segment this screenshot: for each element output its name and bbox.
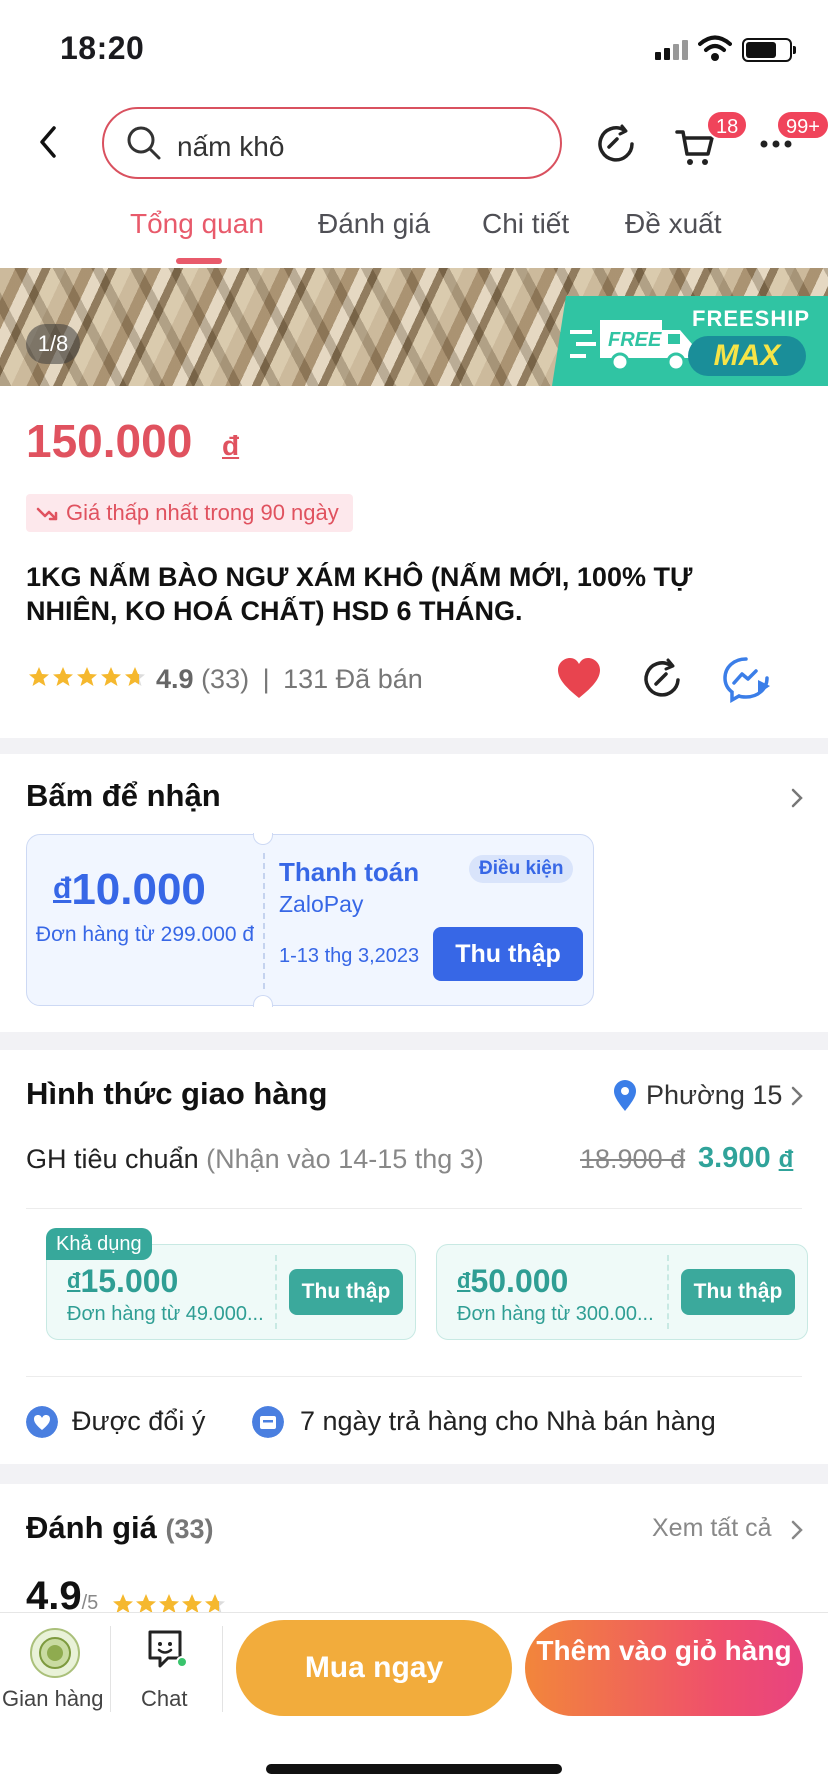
location-pin-icon	[614, 1080, 636, 1111]
cart-badge: 18	[706, 110, 749, 140]
tab-reviews[interactable]: Đánh giá	[318, 208, 430, 240]
lowest-price-tag: Giá thấp nhất trong 90 ngày	[26, 494, 353, 532]
tab-bar: Tổng quan Đánh giá Chi tiết Đề xuất	[0, 200, 828, 268]
collect-coupon-button[interactable]: Thu thập	[681, 1269, 795, 1315]
divider	[26, 1376, 802, 1377]
divider	[222, 1626, 223, 1712]
price-currency: đ	[222, 430, 240, 461]
shop-label[interactable]: Gian hàng	[2, 1686, 104, 1712]
lowest-price-text: Giá thấp nhất trong 90 ngày	[66, 500, 339, 525]
product-title: 1KG NẤM BÀO NGƯ XÁM KHÔ (NẤM MỚI, 100% T…	[26, 562, 693, 626]
rating-count: (33)	[201, 664, 250, 694]
coupon-amount: đ15.000	[67, 1263, 179, 1299]
chat-icon[interactable]	[146, 1628, 188, 1672]
collect-coupon-button[interactable]: Thu thập	[289, 1269, 403, 1315]
tab-details[interactable]: Chi tiết	[482, 208, 569, 240]
messenger-share-icon[interactable]	[722, 656, 774, 706]
status-bar: 18:20	[0, 0, 828, 100]
share-icon[interactable]	[640, 656, 686, 702]
shipping-new-price: 3.900 đ	[698, 1142, 794, 1174]
star-icon	[53, 667, 73, 686]
voucher-conditions-link[interactable]: Điều kiện	[469, 855, 574, 883]
image-counter: 1/8	[26, 324, 80, 364]
policy-return[interactable]: 7 ngày trả hàng cho Nhà bán hàng	[300, 1406, 716, 1437]
available-tag: Khả dụng	[46, 1228, 152, 1260]
star-icon	[77, 667, 97, 686]
coupon-amount: đ50.000	[457, 1263, 569, 1299]
search-bar[interactable]: nấm khô	[102, 107, 562, 179]
chat-label[interactable]: Chat	[141, 1686, 187, 1712]
shipping-old-price: 18.900 đ	[580, 1144, 686, 1174]
active-tab-indicator	[176, 258, 222, 264]
shipping-eta: (Nhận vào 14-15 thg 3)	[206, 1144, 484, 1174]
cellular-signal-icon	[655, 38, 689, 60]
product-price: 150.000	[26, 415, 193, 467]
add-to-cart-button[interactable]: Thêm vào giỏ hàng	[525, 1620, 803, 1716]
buy-now-button[interactable]: Mua ngay	[236, 1620, 512, 1716]
voucher-subtitle: ZaloPay	[279, 891, 364, 917]
zalopay-voucher-card[interactable]: đ10.000 Đơn hàng từ 299.000 đ Thanh toán…	[26, 833, 594, 1007]
rating-summary[interactable]: 4.9 (33) | 131 Đã bán	[156, 664, 423, 695]
voucher-section-title: Bấm để nhận	[26, 778, 221, 813]
tab-suggestions[interactable]: Đề xuất	[625, 208, 722, 240]
shipping-method-name: GH tiêu chuẩn	[26, 1144, 199, 1174]
history-icon[interactable]	[592, 120, 640, 168]
review-stars	[113, 1594, 225, 1613]
see-all-reviews-link[interactable]: Xem tất cả	[652, 1514, 772, 1543]
star-icon	[101, 667, 121, 686]
divider	[110, 1626, 111, 1712]
home-indicator	[266, 1764, 562, 1774]
shipping-section-title: Hình thức giao hàng	[26, 1076, 328, 1111]
rating-stars	[29, 667, 145, 686]
back-arrow-icon[interactable]	[28, 120, 68, 164]
shop-logo-icon[interactable]	[30, 1628, 80, 1678]
favorite-heart-icon[interactable]	[556, 656, 602, 702]
rating-value: 4.9	[156, 664, 194, 694]
trend-down-icon	[36, 507, 58, 521]
battery-icon	[742, 38, 796, 62]
freeship-title: FREESHIP	[692, 306, 811, 331]
search-icon	[127, 126, 161, 160]
coupon-min-order: Đơn hàng từ 49.000...	[67, 1303, 264, 1325]
voucher-min-order: Đơn hàng từ 299.000 đ	[35, 923, 255, 946]
shipping-coupon-card[interactable]: đ50.000 Đơn hàng từ 300.00... Thu thập	[436, 1244, 808, 1340]
more-badge: 99+	[776, 110, 828, 140]
star-icon	[29, 667, 49, 686]
sold-count: 131 Đã bán	[283, 664, 423, 694]
shipping-method: GH tiêu chuẩn (Nhận vào 14-15 thg 3)	[26, 1144, 484, 1175]
heart-shield-icon	[26, 1406, 58, 1438]
wifi-icon	[698, 35, 732, 61]
delivery-location[interactable]: Phường 15	[646, 1080, 782, 1111]
partial-star-icon	[125, 667, 145, 686]
freeship-max-badge: FREE FREESHIP MAX	[552, 296, 828, 386]
voucher-date: 1-13 thg 3,2023	[279, 945, 420, 967]
rating-separator: |	[262, 664, 270, 694]
collect-voucher-button[interactable]: Thu thập	[433, 927, 583, 981]
voucher-amount: đ10.000	[53, 865, 206, 914]
search-query: nấm khô	[177, 131, 285, 162]
chevron-right-icon[interactable]	[790, 1518, 804, 1542]
coupon-min-order: Đơn hàng từ 300.00...	[457, 1303, 654, 1325]
tab-overview[interactable]: Tổng quan	[130, 208, 264, 240]
chevron-right-icon[interactable]	[790, 1084, 804, 1108]
divider	[26, 1208, 802, 1209]
status-time: 18:20	[60, 30, 145, 66]
chevron-right-icon[interactable]	[790, 786, 804, 810]
policy-change-mind[interactable]: Được đổi ý	[72, 1406, 205, 1437]
return-box-icon	[252, 1406, 284, 1438]
voucher-title: Thanh toán	[279, 857, 420, 887]
reviews-section-title: Đánh giá (33)	[26, 1510, 214, 1545]
truck-icon: FREE	[570, 320, 692, 372]
freeship-max: MAX	[688, 336, 806, 376]
freeship-free-text: FREE	[608, 329, 662, 351]
